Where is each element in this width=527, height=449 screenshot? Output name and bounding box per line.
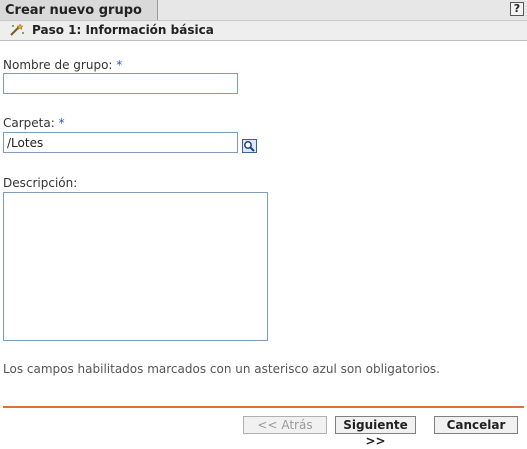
search-icon[interactable] [242,139,257,153]
window-title: Crear nuevo grupo [0,0,158,20]
group-name-label: Nombre de grupo: * [3,58,122,72]
group-name-label-text: Nombre de grupo: [3,58,113,72]
step-title: Paso 1: Información básica [32,23,214,37]
description-label: Descripción: [3,176,77,190]
step-bar: Paso 1: Información básica [0,21,527,41]
folder-label-text: Carpeta: [3,116,55,130]
description-textarea[interactable] [3,192,268,341]
next-button[interactable]: Siguiente >> [335,416,416,448]
description-label-text: Descripción: [3,176,78,190]
folder-label: Carpeta: * [3,116,65,130]
footer-divider [3,406,524,408]
group-name-input[interactable] [3,73,238,94]
required-asterisk: * [116,58,123,72]
cancel-button[interactable]: Cancelar [434,416,518,434]
back-button[interactable]: << Atrás [243,416,327,434]
title-bar: Crear nuevo grupo ? [0,0,527,21]
help-button[interactable]: ? [510,2,524,16]
required-fields-note: Los campos habilitados marcados con un a… [3,362,440,376]
folder-input[interactable] [3,132,238,153]
required-asterisk: * [58,116,65,130]
wand-icon [9,23,25,37]
